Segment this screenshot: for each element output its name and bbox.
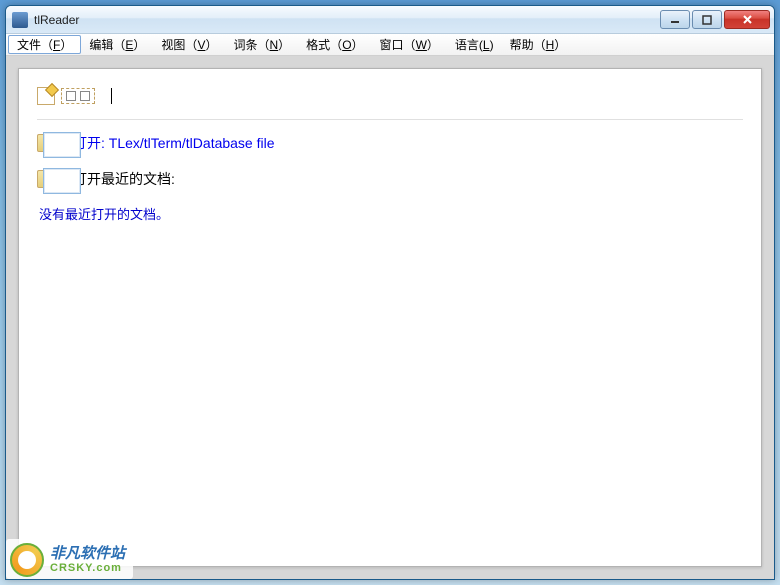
view-toggle-group[interactable] [61, 88, 95, 104]
recent-heading: 打开最近的文档: [73, 169, 175, 189]
watermark: 非凡软件站 CRSKY.com [6, 539, 133, 579]
app-window: tlReader 文件（F） 编辑（E） 视图（V） 词条（N） 格式（O） 窗… [5, 5, 775, 580]
watermark-title: 非凡软件站 [50, 546, 125, 563]
divider [37, 119, 743, 120]
menu-language[interactable]: 语言(L) [447, 34, 502, 55]
open-file-row[interactable]: 打开: TLex/tlTerm/tlDatabase file [37, 132, 743, 154]
new-doc-icon[interactable] [37, 87, 55, 105]
app-icon [12, 12, 28, 28]
maximize-button[interactable] [692, 10, 722, 29]
window-controls [660, 10, 770, 29]
menu-entry[interactable]: 词条（N） [225, 34, 298, 55]
no-recent-text: 没有最近打开的文档。 [39, 204, 743, 223]
close-icon [742, 14, 753, 25]
view-box-1-icon [66, 91, 76, 101]
menu-help[interactable]: 帮助（H） [502, 34, 575, 55]
toolbar [37, 81, 743, 111]
folder-recent-icon [37, 168, 63, 190]
folder-open-icon [37, 132, 63, 154]
client-area: 打开: TLex/tlTerm/tlDatabase file 打开最近的文档:… [6, 56, 774, 579]
menubar: 文件（F） 编辑（E） 视图（V） 词条（N） 格式（O） 窗口（W） 语言(L… [6, 34, 774, 56]
menu-file[interactable]: 文件（F） [8, 35, 81, 54]
open-file-link[interactable]: 打开: TLex/tlTerm/tlDatabase file [73, 133, 275, 153]
minimize-button[interactable] [660, 10, 690, 29]
recent-header-row: 打开最近的文档: [37, 168, 743, 190]
menu-window[interactable]: 窗口（W） [372, 34, 447, 55]
titlebar[interactable]: tlReader [6, 6, 774, 34]
minimize-icon [670, 15, 680, 25]
close-button[interactable] [724, 10, 770, 29]
view-box-2-icon [80, 91, 90, 101]
watermark-logo-icon [10, 543, 44, 577]
window-title: tlReader [34, 13, 79, 27]
menu-edit[interactable]: 编辑（E） [81, 34, 153, 55]
menu-view[interactable]: 视图（V） [153, 34, 225, 55]
document-panel: 打开: TLex/tlTerm/tlDatabase file 打开最近的文档:… [18, 68, 762, 567]
maximize-icon [702, 15, 712, 25]
menu-format[interactable]: 格式（O） [298, 34, 371, 55]
watermark-url: CRSKY.com [50, 562, 125, 574]
text-caret [111, 88, 112, 104]
